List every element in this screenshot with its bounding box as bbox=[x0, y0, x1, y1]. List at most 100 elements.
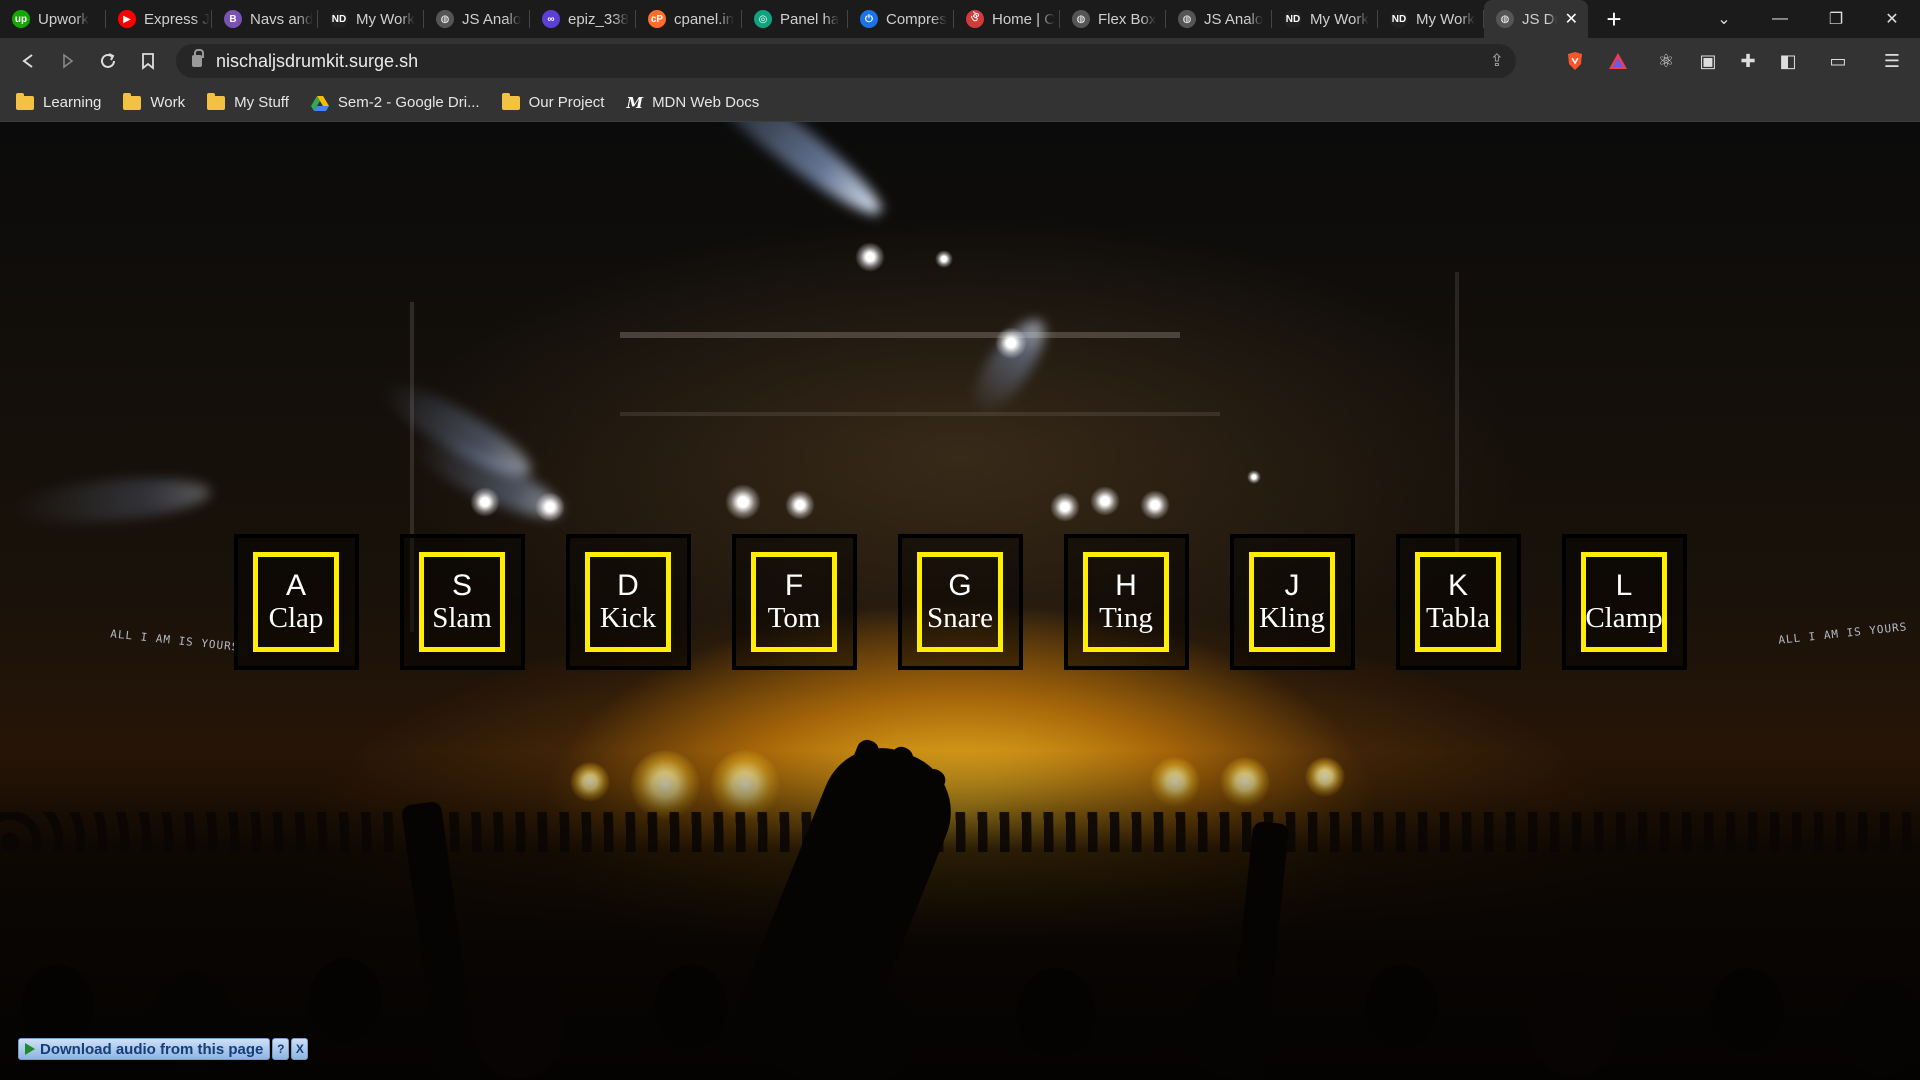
tab-title: My Work bbox=[1310, 10, 1369, 28]
tab-7[interactable]: ◎ Panel ha bbox=[742, 0, 848, 38]
media-icon[interactable]: ▣ bbox=[1690, 38, 1726, 84]
bookmark-label: MDN Web Docs bbox=[652, 94, 760, 111]
tab-title: epiz_338 bbox=[568, 10, 629, 28]
key-sound-name: Kick bbox=[599, 602, 657, 634]
globe-icon: ◍ bbox=[1178, 10, 1196, 28]
nd-icon: ND bbox=[330, 10, 348, 28]
drum-key-kling[interactable]: J Kling bbox=[1229, 534, 1355, 670]
tab-3[interactable]: ND My Work bbox=[318, 0, 424, 38]
drum-keys: A Clap S Slam D Kick F Tom G Snare H Ting J Kling K Tab… bbox=[0, 534, 1920, 670]
tab-8[interactable]: ⏻ Compres bbox=[848, 0, 954, 38]
tab-11[interactable]: ◍ JS Analo bbox=[1166, 0, 1272, 38]
drum-key-frame: D Kick bbox=[585, 552, 671, 652]
wallet-icon[interactable]: ▭ bbox=[1820, 38, 1856, 84]
bookmark-2[interactable]: My Stuff bbox=[207, 92, 289, 111]
tab-active[interactable]: ◍ JS Dr ✕ bbox=[1484, 0, 1588, 38]
tab-title: My Work bbox=[1416, 10, 1475, 28]
restore-button[interactable]: ❐ bbox=[1808, 9, 1864, 29]
key-letter: S bbox=[451, 569, 472, 602]
bookmark-label: Our Project bbox=[528, 94, 605, 111]
drum-key-clap[interactable]: A Clap bbox=[233, 534, 359, 670]
tab-title: My Work bbox=[356, 10, 415, 28]
bookmark-5[interactable]: M MDN Web Docs bbox=[626, 94, 759, 112]
key-letter: F bbox=[784, 569, 804, 602]
infinity-icon: ∞ bbox=[542, 10, 560, 28]
forward-icon[interactable] bbox=[48, 41, 88, 81]
tab-search-icon[interactable]: ⌄ bbox=[1696, 9, 1752, 29]
drum-key-frame: G Snare bbox=[917, 552, 1003, 652]
key-sound-name: Clamp bbox=[1585, 602, 1663, 634]
menu-icon[interactable]: ☰ bbox=[1874, 38, 1910, 84]
folder-icon bbox=[207, 92, 226, 110]
download-audio-bar: Download audio from this page ? X bbox=[18, 1037, 309, 1061]
close-download-bar-button[interactable]: X bbox=[291, 1038, 309, 1060]
key-sound-name: Clap bbox=[268, 602, 324, 634]
back-icon[interactable] bbox=[8, 41, 48, 81]
drum-key-frame: H Ting bbox=[1083, 552, 1169, 652]
drum-key-tabla[interactable]: K Tabla bbox=[1395, 534, 1521, 670]
tab-2[interactable]: B Navs and bbox=[212, 0, 318, 38]
mdn-icon: M bbox=[626, 93, 644, 112]
drum-key-frame: F Tom bbox=[751, 552, 837, 652]
browser-toolbar: nischaljsdrumkit.surge.sh ⇪ ⚛ ▣ ✚ ◧ ▭ ☰ bbox=[0, 38, 1920, 84]
key-sound-name: Snare bbox=[926, 602, 994, 634]
tab-6[interactable]: cP cpanel.in bbox=[636, 0, 742, 38]
close-tab-icon[interactable]: ✕ bbox=[1565, 9, 1578, 29]
key-letter: H bbox=[1115, 569, 1137, 602]
drum-key-slam[interactable]: S Slam bbox=[399, 534, 525, 670]
share-icon[interactable]: ⇪ bbox=[1490, 51, 1504, 71]
key-sound-name: Slam bbox=[432, 602, 492, 634]
tab-title: cpanel.in bbox=[674, 10, 735, 28]
tab-title: Compres bbox=[886, 10, 947, 28]
tab-title: JS Dr bbox=[1522, 10, 1557, 28]
tab-4[interactable]: ◍ JS Analo bbox=[424, 0, 530, 38]
key-sound-name: Ting bbox=[1099, 602, 1153, 634]
nd-icon: ND bbox=[1390, 10, 1408, 28]
new-tab-button[interactable]: + bbox=[1594, 0, 1634, 38]
bootstrap-icon: B bbox=[224, 10, 242, 28]
drum-key-frame: J Kling bbox=[1249, 552, 1335, 652]
window-close-button[interactable]: ✕ bbox=[1864, 9, 1920, 29]
react-devtools-icon[interactable]: ⚛ bbox=[1648, 38, 1684, 84]
drum-key-snare[interactable]: G Snare bbox=[897, 534, 1023, 670]
tab-title: JS Analo bbox=[1204, 10, 1264, 28]
tab-12[interactable]: ND My Work bbox=[1272, 0, 1378, 38]
drum-key-tom[interactable]: F Tom bbox=[731, 534, 857, 670]
url-text: nischaljsdrumkit.surge.sh bbox=[216, 50, 419, 71]
drum-key-frame: K Tabla bbox=[1415, 552, 1501, 652]
bookmark-label: Sem-2 - Google Dri... bbox=[337, 94, 480, 111]
minimize-button[interactable]: — bbox=[1752, 10, 1808, 28]
bookmark-0[interactable]: Learning bbox=[16, 92, 102, 111]
download-audio-button[interactable]: Download audio from this page bbox=[18, 1038, 271, 1060]
brave-rewards-icon[interactable] bbox=[1600, 38, 1636, 84]
help-button[interactable]: ? bbox=[272, 1038, 290, 1060]
address-bar[interactable]: nischaljsdrumkit.surge.sh ⇪ bbox=[176, 44, 1516, 78]
tab-10[interactable]: ◍ Flex Box bbox=[1060, 0, 1166, 38]
reload-icon[interactable] bbox=[88, 41, 128, 81]
tab-9[interactable]: ঔ Home | C bbox=[954, 0, 1060, 38]
bookmark-4[interactable]: Our Project bbox=[501, 92, 605, 111]
extensions-icon[interactable]: ✚ bbox=[1730, 38, 1766, 84]
bookmark-label: Learning bbox=[43, 94, 102, 111]
bookmark-icon[interactable] bbox=[128, 41, 168, 81]
bookmark-3[interactable]: Sem-2 - Google Dri... bbox=[310, 94, 480, 111]
tab-title: JS Analo bbox=[462, 10, 522, 28]
key-sound-name: Kling bbox=[1258, 602, 1326, 634]
tab-13[interactable]: ND My Work bbox=[1378, 0, 1484, 38]
window-controls: ⌄ — ❐ ✕ bbox=[1696, 0, 1920, 38]
tab-5[interactable]: ∞ epiz_338 bbox=[530, 0, 636, 38]
tab-0[interactable]: up Upwork bbox=[0, 0, 106, 38]
tab-title: Panel ha bbox=[780, 10, 840, 28]
brave-shield-icon[interactable] bbox=[1557, 38, 1593, 84]
cpanel-icon: cP bbox=[648, 10, 666, 28]
bookmark-1[interactable]: Work bbox=[123, 92, 185, 111]
nd-icon: ND bbox=[1284, 10, 1302, 28]
globe-icon: ◍ bbox=[1496, 10, 1514, 28]
key-sound-name: Tabla bbox=[1426, 602, 1490, 634]
folder-icon bbox=[123, 92, 142, 110]
drum-key-ting[interactable]: H Ting bbox=[1063, 534, 1189, 670]
drum-key-clamp[interactable]: L Clamp bbox=[1561, 534, 1687, 670]
tab-1[interactable]: ▶ Express J bbox=[106, 0, 212, 38]
sidebar-icon[interactable]: ◧ bbox=[1770, 38, 1806, 84]
drum-key-kick[interactable]: D Kick bbox=[565, 534, 691, 670]
